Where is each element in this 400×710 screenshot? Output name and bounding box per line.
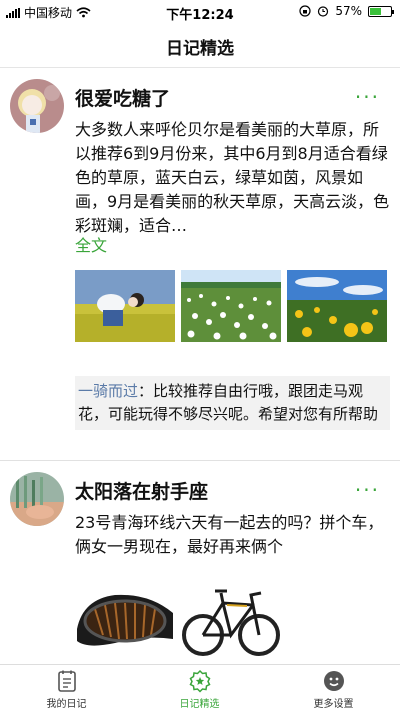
orientation-lock-icon <box>299 5 311 17</box>
photo-thumbnail[interactable] <box>75 270 175 342</box>
diary-icon <box>57 670 76 692</box>
photo-thumbnail[interactable] <box>287 270 387 342</box>
diary-feed[interactable]: 很爱吃糖了 ··· 大多数人来呼伦贝尔是看美丽的大草原，所以推荐6到9月份来，其… <box>0 68 400 664</box>
featured-icon <box>188 669 211 693</box>
post-text[interactable]: 23号青海环线六天有一起去的吗？拼个车，俩女一男现在，最好再来俩个 <box>75 511 393 559</box>
tab-more-settings[interactable]: 更多设置 <box>267 665 400 710</box>
more-options-icon[interactable]: ··· <box>355 480 380 500</box>
diary-post[interactable]: 太阳落在射手座 ··· 23号青海环线六天有一起去的吗？拼个车，俩女一男现在，最… <box>0 461 400 664</box>
tab-label: 日记精选 <box>179 699 220 710</box>
battery-percent: 57% <box>335 4 362 18</box>
comment-box[interactable]: 一骑而过：比较推荐自由行哦，跟团走马观花，可能玩得不够尽兴呢。希望对您有所帮助 <box>75 376 390 430</box>
status-bar: 中国移动 下午12:24 57% <box>0 0 400 23</box>
battery-icon <box>368 5 394 17</box>
post-text[interactable]: 大多数人来呼伦贝尔是看美丽的大草原，所以推荐6到9月份来，其中6月到8月适合看绿… <box>75 118 393 238</box>
tab-label: 更多设置 <box>313 699 354 710</box>
tab-label: 我的日记 <box>46 699 87 710</box>
username[interactable]: 很爱吃糖了 <box>75 84 170 111</box>
full-text-link[interactable]: 全文 <box>75 232 107 256</box>
diary-post[interactable]: 很爱吃糖了 ··· 大多数人来呼伦贝尔是看美丽的大草原，所以推荐6到9月份来，其… <box>0 68 400 460</box>
comment-separator: ： <box>138 382 154 400</box>
page-title: 日记精选 <box>166 39 234 59</box>
settings-icon <box>323 671 344 691</box>
more-options-icon[interactable]: ··· <box>355 87 380 107</box>
tab-my-diary[interactable]: 我的日记 <box>0 665 133 710</box>
avatar[interactable] <box>10 79 64 133</box>
navigation-bar: 日记精选 <box>0 22 400 68</box>
photo-thumbnail[interactable] <box>75 569 175 664</box>
photo-thumbnail[interactable] <box>181 569 281 664</box>
alarm-icon <box>318 6 329 17</box>
avatar[interactable] <box>10 472 64 526</box>
username[interactable]: 太阳落在射手座 <box>75 477 208 504</box>
photo-thumbnail[interactable] <box>181 270 281 342</box>
tab-featured-diary[interactable]: 日记精选 <box>133 665 266 710</box>
tab-bar: 我的日记 日记精选 更多设置 <box>0 664 400 710</box>
comment-username[interactable]: 一骑而过 <box>78 382 138 400</box>
